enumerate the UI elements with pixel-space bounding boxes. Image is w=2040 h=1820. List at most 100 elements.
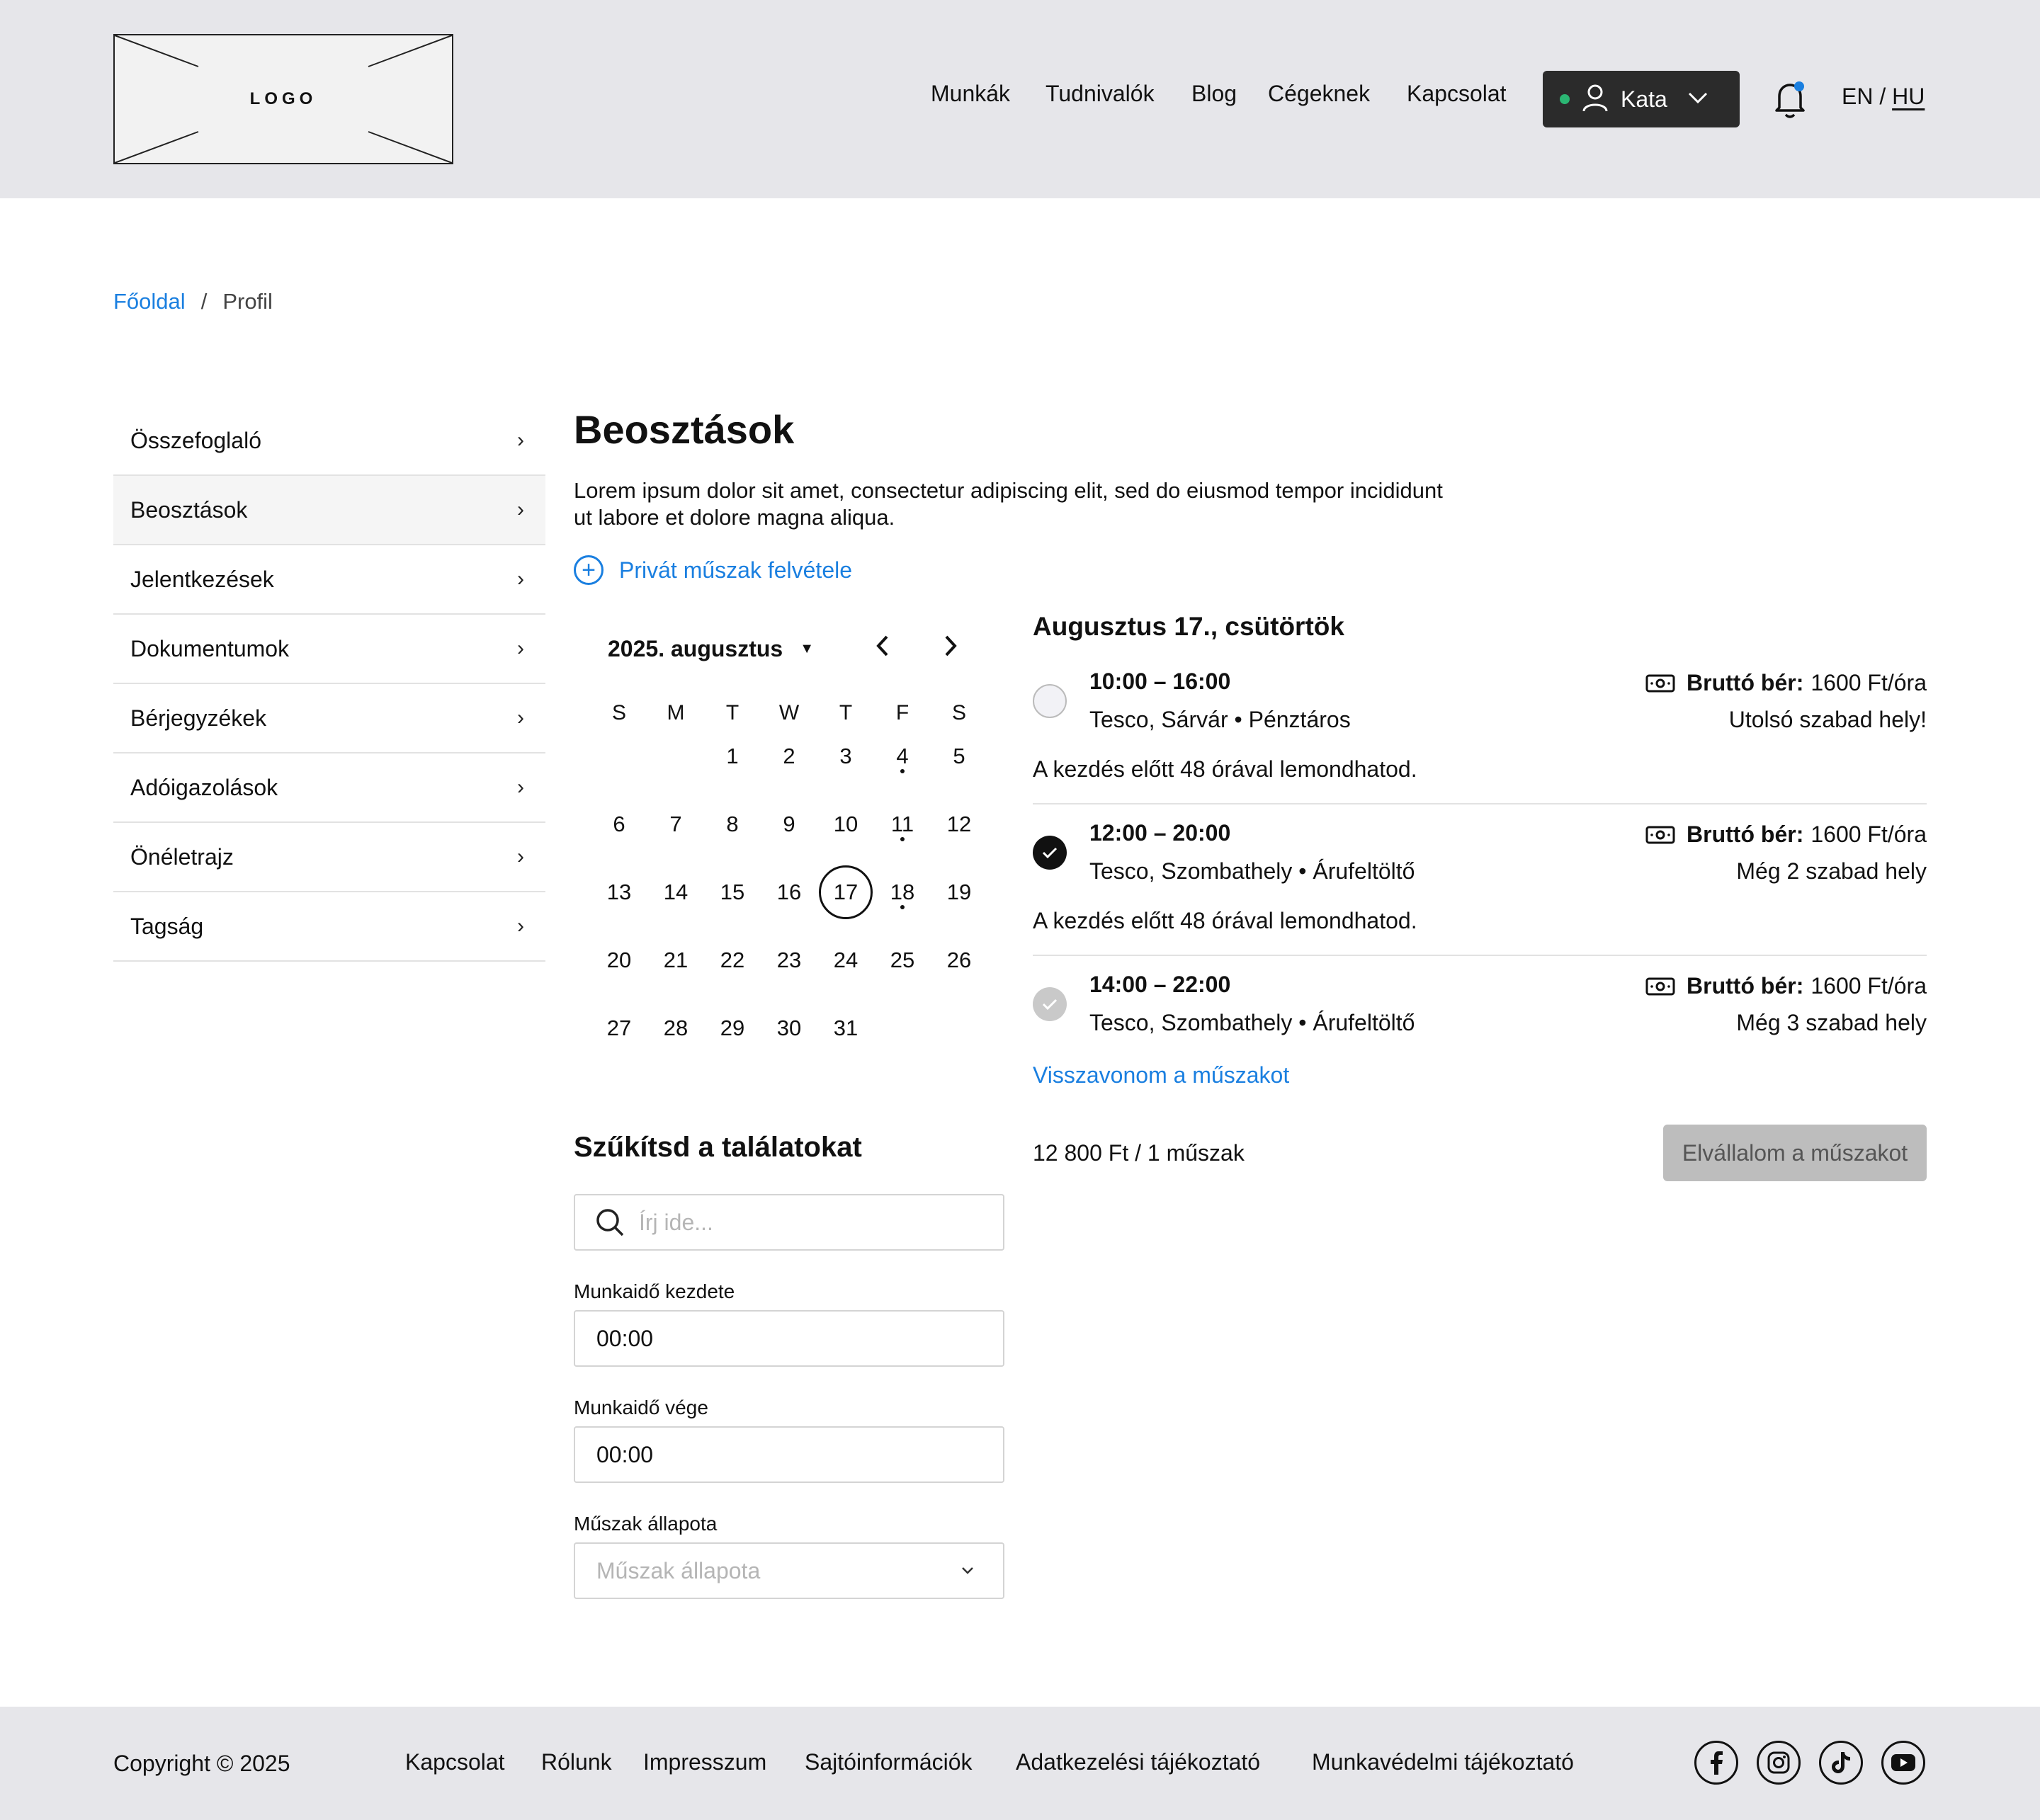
calendar-day-number: 6: [613, 812, 625, 836]
sidebar-item-beosztasok[interactable]: Beosztások ›: [113, 476, 545, 545]
footer-link-impresszum[interactable]: Impresszum: [643, 1749, 766, 1775]
banknote-icon: [1645, 977, 1675, 995]
language-switcher: EN / HU: [1842, 84, 1925, 110]
calendar-month-label: 2025. augusztus: [608, 636, 783, 661]
calendar-weekday: M: [667, 701, 685, 724]
calendar-day[interactable]: 26: [931, 948, 987, 1016]
calendar-day-number: 28: [663, 1016, 688, 1040]
shift-availability: Még 3 szabad hely: [1736, 1010, 1927, 1035]
search-input[interactable]: Írj ide...: [574, 1194, 1004, 1251]
nav-tudnivalok[interactable]: Tudnivalók: [1046, 81, 1155, 107]
calendar-day-number: 12: [946, 812, 972, 836]
sidebar-item-label: Önéletrajz: [130, 843, 234, 870]
chevron-down-icon: [1687, 91, 1708, 108]
user-name: Kata: [1621, 86, 1667, 112]
logo-text: LOGO: [249, 89, 317, 108]
chevron-right-icon: ›: [517, 775, 524, 799]
tiktok-icon[interactable]: [1819, 1741, 1863, 1785]
end-time-label: Munkaidő vége: [574, 1397, 708, 1418]
calendar-day[interactable]: 30: [761, 1016, 817, 1084]
calendar-day[interactable]: 27: [591, 1016, 647, 1084]
shift-radio[interactable]: [1033, 836, 1067, 870]
shift-location: Tesco, Szombathely • Árufeltöltő: [1089, 858, 1415, 884]
calendar-empty-cell: [874, 1016, 931, 1084]
sidebar-item-oneletrajz[interactable]: Önéletrajz ›: [113, 823, 545, 892]
youtube-icon[interactable]: [1881, 1741, 1925, 1785]
calendar-grid: S M T W T F S 1 2 3 4 5 6 7 8 9 10 11 12 13 14 15 16 17 18 19 20 21…: [591, 701, 1044, 1084]
chevron-right-icon: ›: [517, 498, 524, 521]
sidebar-item-berjegyzekek[interactable]: Bérjegyzékek ›: [113, 684, 545, 753]
calendar-day-number: 8: [726, 812, 739, 836]
divider: [1033, 803, 1927, 804]
lang-en[interactable]: EN: [1842, 84, 1873, 109]
shift-radio[interactable]: [1033, 987, 1067, 1021]
calendar-day-number: 29: [720, 1016, 745, 1040]
nav-blog[interactable]: Blog: [1191, 81, 1237, 107]
start-time-field[interactable]: 00:00: [574, 1310, 1004, 1367]
sidebar-item-label: Jelentkezések: [130, 566, 274, 592]
shift-radio[interactable]: [1033, 684, 1067, 718]
footer-link-munkavedelmi[interactable]: Munkavédelmi tájékoztató: [1312, 1749, 1574, 1775]
calendar-prev-button[interactable]: [874, 633, 891, 665]
calendar-day[interactable]: 25: [874, 948, 931, 1016]
check-icon: [1042, 847, 1058, 859]
withdraw-shift-link[interactable]: Visszavonom a műszakot: [1033, 1062, 1289, 1088]
sidebar-item-tagsag[interactable]: Tagság ›: [113, 892, 545, 962]
calendar-day-number: 4: [896, 744, 909, 768]
shift-pay: Bruttó bér: 1600 Ft/óra: [1645, 670, 1927, 696]
calendar-day[interactable]: 31: [817, 1016, 874, 1084]
chevron-right-icon: ›: [517, 637, 524, 660]
nav-munkak[interactable]: Munkák: [931, 81, 1010, 107]
instagram-icon[interactable]: [1757, 1741, 1801, 1785]
shift-status-select[interactable]: Műszak állapota: [574, 1542, 1004, 1599]
shift-time: 14:00 – 22:00: [1089, 972, 1231, 997]
banknote-icon: [1645, 826, 1675, 843]
sidebar-item-jelentkezesek[interactable]: Jelentkezések ›: [113, 545, 545, 615]
calendar-day-number: 1: [726, 744, 739, 768]
calendar-event-dot: [900, 905, 905, 909]
calendar-day[interactable]: 28: [647, 1016, 704, 1084]
pay-label: Bruttó bér:: [1687, 670, 1804, 695]
accept-shift-button[interactable]: Elvállalom a műszakot: [1663, 1125, 1927, 1181]
calendar-day-number: 3: [839, 744, 852, 768]
footer-link-sajtoinformaciok[interactable]: Sajtóinformációk: [805, 1749, 973, 1775]
sidebar-item-label: Tagság: [130, 913, 204, 939]
calendar-day-number: 30: [776, 1016, 802, 1040]
pay-value: 1600 Ft/óra: [1810, 973, 1927, 999]
chevron-right-icon: ›: [517, 428, 524, 452]
breadcrumb-home[interactable]: Főoldal: [113, 289, 186, 314]
logo[interactable]: LOGO: [113, 34, 453, 164]
breadcrumb-current: Profil: [222, 289, 273, 314]
sidebar-item-dokumentumok[interactable]: Dokumentumok ›: [113, 615, 545, 684]
chevron-left-icon: [876, 635, 888, 656]
nav-kapcsolat[interactable]: Kapcsolat: [1407, 81, 1507, 107]
shift-cancel-note: A kezdés előtt 48 órával lemondhatod.: [1033, 908, 1417, 933]
shift-location: Tesco, Sárvár • Pénztáros: [1089, 707, 1351, 732]
sidebar-item-osszefoglalo[interactable]: Összefoglaló ›: [113, 406, 545, 476]
add-private-shift-link[interactable]: + Privát műszak felvétele: [574, 555, 852, 585]
user-menu-button[interactable]: Kata: [1543, 71, 1740, 127]
profile-sidebar: Összefoglaló › Beosztások › Jelentkezések ›…: [113, 406, 545, 962]
sidebar-item-adoigazolasok[interactable]: Adóigazolások ›: [113, 753, 545, 823]
footer-link-adatkezelesi[interactable]: Adatkezelési tájékoztató: [1016, 1749, 1260, 1775]
nav-cegeknek[interactable]: Cégeknek: [1268, 81, 1370, 107]
end-time-field[interactable]: 00:00: [574, 1426, 1004, 1483]
calendar-next-button[interactable]: [942, 633, 959, 665]
calendar-day[interactable]: 29: [704, 1016, 761, 1084]
footer-link-kapcsolat[interactable]: Kapcsolat: [405, 1749, 505, 1775]
lang-hu[interactable]: HU: [1892, 84, 1925, 109]
calendar-weekday: S: [611, 701, 626, 724]
chevron-down-icon: [962, 1567, 973, 1574]
sidebar-item-label: Összefoglaló: [130, 427, 261, 453]
breadcrumb-separator: /: [200, 289, 208, 314]
notification-bell-icon[interactable]: [1772, 78, 1808, 120]
facebook-icon[interactable]: [1694, 1741, 1738, 1785]
calendar-month-select[interactable]: 2025. augusztus ▼: [608, 636, 814, 662]
divider: [1033, 955, 1927, 956]
start-time-label: Munkaidő kezdete: [574, 1280, 735, 1302]
calendar-day-number: 18: [890, 880, 915, 904]
shift-total: 12 800 Ft / 1 műszak: [1033, 1140, 1245, 1166]
footer-link-rolunk[interactable]: Rólunk: [541, 1749, 612, 1775]
calendar-event-dot: [900, 769, 905, 773]
chevron-right-icon: ›: [517, 567, 524, 591]
